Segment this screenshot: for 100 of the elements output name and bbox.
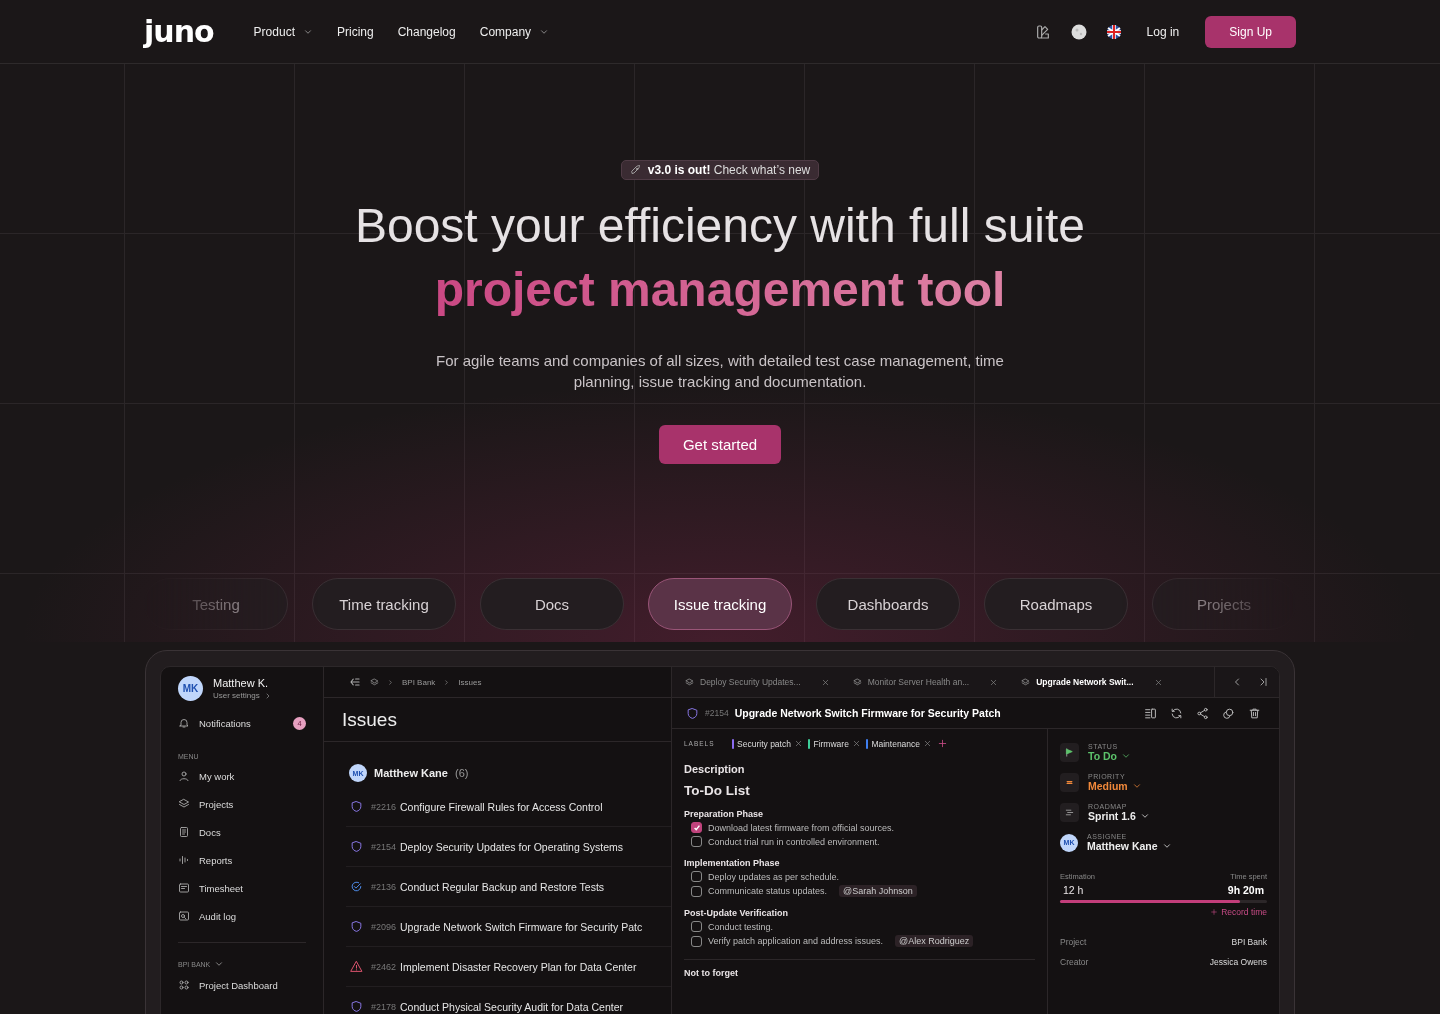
close-icon xyxy=(851,739,861,748)
issue-number: #2136 xyxy=(371,881,397,892)
bell-icon xyxy=(178,717,190,729)
hero-title: Boost your efficiency with full suite xyxy=(354,199,1086,252)
section-heading: Implementation Phase xyxy=(684,858,781,868)
checkbox[interactable] xyxy=(691,921,702,932)
breadcrumb-link[interactable]: Issues xyxy=(458,677,482,687)
warning-icon xyxy=(350,960,363,973)
issue-title: Upgrade Network Switch Firmware for Security Patch xyxy=(734,707,1001,719)
page-title: Issues xyxy=(324,698,671,742)
feature-tab[interactable]: Issue tracking xyxy=(648,578,792,630)
layers-icon xyxy=(852,677,862,687)
issue-row[interactable]: #2096 Upgrade Network Switch Firmware for Security Patc xyxy=(346,907,671,947)
meta-value: Jessica Owens xyxy=(1209,957,1267,967)
sidebar-item[interactable]: My work xyxy=(178,762,306,790)
sidebar-item[interactable]: Reports xyxy=(178,846,306,874)
collapse-sidebar-icon xyxy=(348,675,362,689)
breadcrumb-link[interactable]: BPI Bank xyxy=(402,677,436,687)
issue-title: Implement Disaster Recovery Plan for Data Center xyxy=(400,960,637,973)
issue-count: (6) xyxy=(454,767,469,779)
issue-row[interactable]: #2136 Conduct Regular Backup and Restore Tests xyxy=(346,867,671,907)
issue-row[interactable]: #2178 Conduct Physical Security Audit for Data Center xyxy=(346,987,671,1014)
assignee-name: Matthew Kane xyxy=(374,767,448,779)
label-tag: Maintenance xyxy=(871,738,921,749)
mention-tag[interactable]: @Alex Rodriguez xyxy=(895,935,974,947)
document-icon xyxy=(178,826,190,838)
shield-icon xyxy=(686,706,699,720)
task-text: Download latest firmware from official sources. xyxy=(708,822,894,833)
logo[interactable]: juno xyxy=(144,14,214,49)
checkbox[interactable] xyxy=(691,885,702,897)
nav-link[interactable]: Company xyxy=(479,24,550,39)
layers-icon xyxy=(178,798,190,810)
description-heading: Description xyxy=(684,763,746,775)
close-icon xyxy=(820,677,830,687)
layers-icon xyxy=(370,677,379,687)
timesheet-icon xyxy=(178,882,190,894)
mention-tag[interactable]: @Sarah Johnson xyxy=(839,885,917,897)
chevron-down-icon xyxy=(214,959,225,969)
field-dropdown[interactable]: Sprint 1.6 xyxy=(1088,810,1150,822)
feature-tab[interactable]: Dashboards xyxy=(816,578,960,630)
get-started-button[interactable]: Get started xyxy=(658,425,782,464)
field-dropdown[interactable]: Medium xyxy=(1088,780,1142,792)
checkbox[interactable] xyxy=(691,871,702,882)
login-link[interactable]: Log in xyxy=(1140,23,1186,40)
panel-toggle-button[interactable] xyxy=(1144,706,1157,720)
issue-row[interactable]: #2216 Configure Firewall Rules for Access Control xyxy=(346,787,671,827)
shield-icon xyxy=(350,840,363,853)
label-tag: Firmware xyxy=(813,738,849,749)
checkbox[interactable] xyxy=(691,836,702,847)
refresh-button[interactable] xyxy=(1170,706,1183,720)
delete-button[interactable] xyxy=(1248,706,1261,720)
issue-number: #2216 xyxy=(371,801,397,812)
issue-tab[interactable]: Deploy Security Updates... xyxy=(672,667,840,697)
flag-icon[interactable] xyxy=(1106,24,1121,39)
chevron-down-icon xyxy=(1139,811,1150,821)
record-time-link[interactable]: Record time xyxy=(1060,907,1267,917)
issue-tab[interactable]: Monitor Server Health an... xyxy=(839,667,1009,697)
task-text: Communicate status updates. xyxy=(708,886,828,896)
close-icon xyxy=(989,677,999,687)
field-dropdown[interactable]: To Do xyxy=(1088,750,1131,762)
chevron-right-icon xyxy=(443,678,451,686)
theme-palette-icon xyxy=(1034,23,1051,40)
issue-row[interactable]: #2154 Deploy Security Updates for Operating Systems xyxy=(346,827,671,867)
issue-title: Conduct Physical Security Audit for Data Center xyxy=(400,1000,623,1013)
plus-icon xyxy=(937,738,949,749)
lines-icon xyxy=(1064,807,1075,818)
hero-subtitle: For agile teams and companies of all sizes, with detailed test case management, time planning, issue tracking and documentation. xyxy=(435,351,1005,392)
issue-number: #2154 xyxy=(705,708,729,718)
section-heading: Post-Update Verification xyxy=(684,908,790,918)
nav-link[interactable]: Product xyxy=(253,24,313,39)
issue-number: #2096 xyxy=(371,921,397,932)
shield-icon xyxy=(350,1000,363,1013)
user-settings-link[interactable]: User settings xyxy=(213,691,272,700)
feature-tab[interactable]: Roadmaps xyxy=(984,578,1128,630)
sidebar-item[interactable]: Timesheet xyxy=(178,874,306,902)
task-text: Conduct trial run in controlled environment. xyxy=(708,836,880,847)
audit-icon xyxy=(178,910,190,922)
checkbox[interactable] xyxy=(691,822,702,833)
chevron-down-icon xyxy=(1131,781,1142,791)
issue-tab[interactable]: Upgrade Network Swit... xyxy=(1008,667,1173,697)
nav-link[interactable]: Pricing xyxy=(336,24,374,39)
person-icon xyxy=(178,770,190,782)
todo-heading: To-Do List xyxy=(684,783,751,798)
sidebar-item[interactable]: Projects xyxy=(178,790,306,818)
feature-tab[interactable]: Time tracking xyxy=(312,578,456,630)
sidebar-item[interactable]: Docs xyxy=(178,818,306,846)
announcement-badge[interactable]: v3.0 is out! Check what’s new xyxy=(620,160,820,180)
chevron-down-icon xyxy=(1161,841,1172,851)
sidebar-item[interactable]: Audit log xyxy=(178,902,306,930)
checkbox[interactable] xyxy=(691,935,702,947)
feature-tab[interactable]: Docs xyxy=(480,578,624,630)
task-text: Conduct testing. xyxy=(708,921,774,932)
nav-link[interactable]: Changelog xyxy=(397,24,456,39)
task-text: Deploy updates as per schedule. xyxy=(708,871,840,882)
sidebar-item[interactable]: Project Dashboard xyxy=(178,971,306,999)
share-button[interactable] xyxy=(1196,706,1209,720)
issue-row[interactable]: #2462 Implement Disaster Recovery Plan for Data Center xyxy=(346,947,671,987)
signup-button[interactable]: Sign Up xyxy=(1205,15,1296,48)
moon-icon[interactable] xyxy=(1070,23,1087,40)
field-dropdown[interactable]: Matthew Kane xyxy=(1087,840,1172,852)
